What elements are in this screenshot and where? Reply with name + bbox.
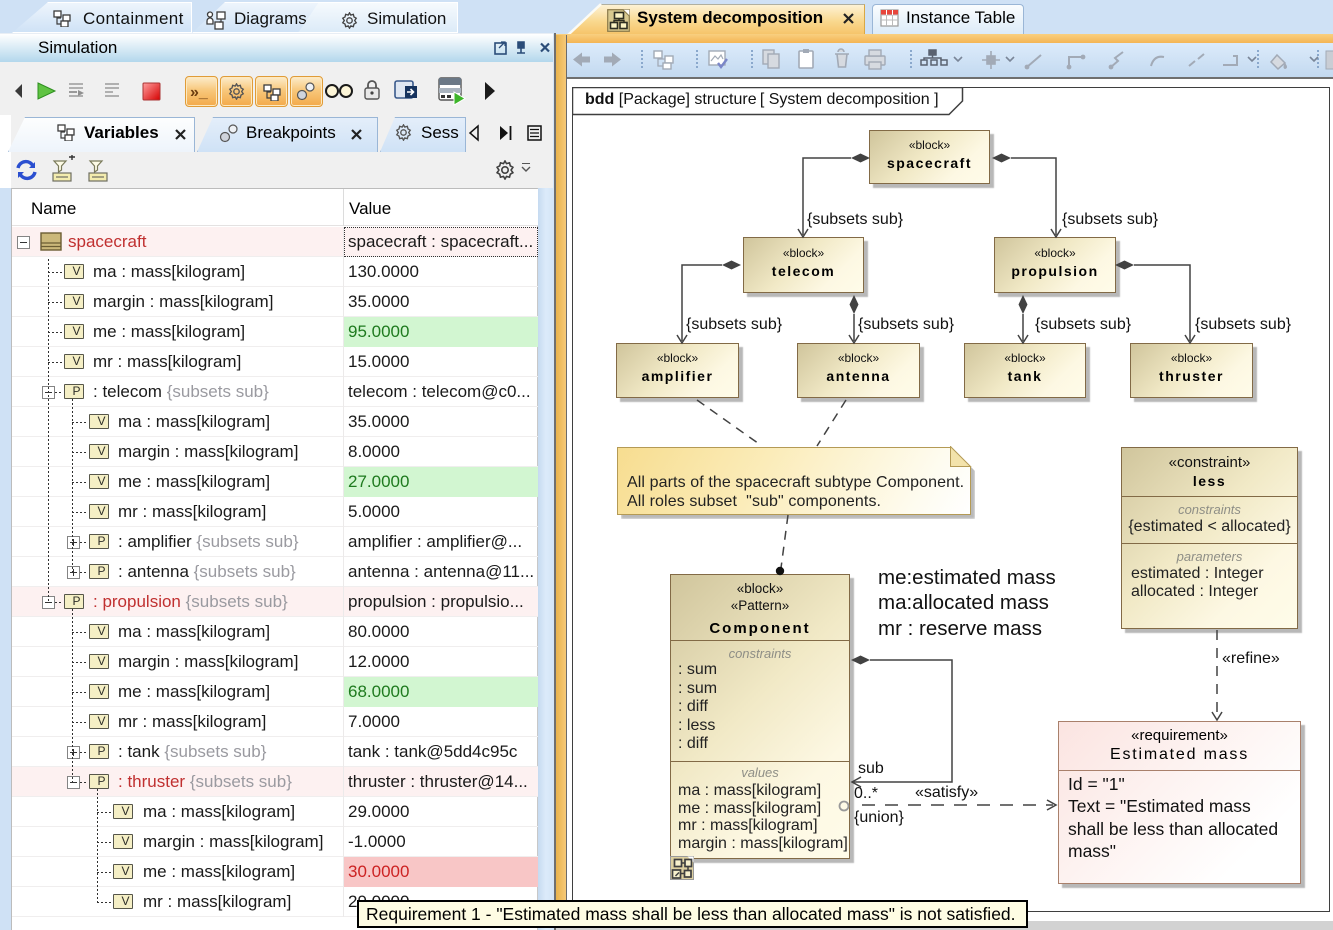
- svg-text:»_: »_: [190, 84, 209, 101]
